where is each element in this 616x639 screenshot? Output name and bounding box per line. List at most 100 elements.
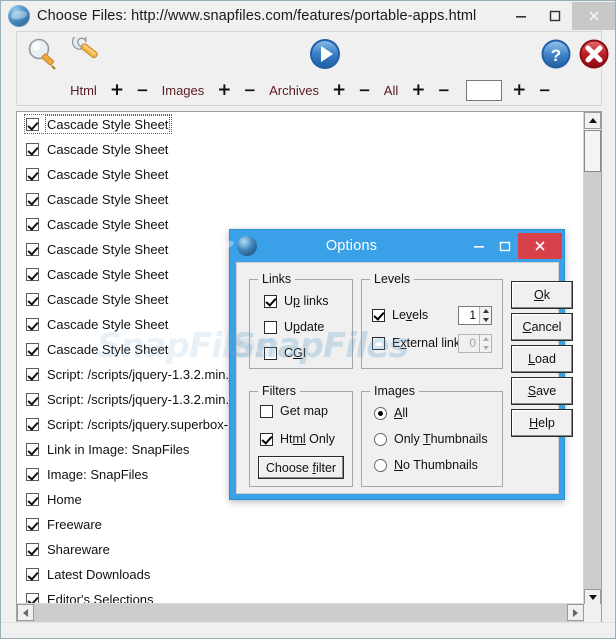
spinner-down-button[interactable] <box>480 343 491 352</box>
filter-remove-images[interactable]: − <box>238 82 263 98</box>
cancel-button[interactable]: Cancel <box>511 313 573 341</box>
filter-add-archives[interactable]: + <box>326 81 352 99</box>
list-item[interactable]: Cascade Style Sheet <box>17 162 584 187</box>
list-item-checkbox[interactable] <box>26 343 39 356</box>
checkbox-external-links[interactable]: External links <box>372 336 466 350</box>
filter-label-html: Html <box>70 82 97 98</box>
levels-spinner[interactable]: 1 <box>458 306 492 325</box>
list-item-checkbox[interactable] <box>26 268 39 281</box>
window-minimize-button[interactable] <box>504 2 538 30</box>
list-item[interactable]: Cascade Style Sheet <box>17 112 584 137</box>
spinner-down-button[interactable] <box>480 315 491 324</box>
help-button[interactable]: Help <box>511 409 573 437</box>
ok-button[interactable]: Ok <box>511 281 573 309</box>
chevron-down-icon <box>482 317 489 322</box>
list-item-checkbox[interactable] <box>26 293 39 306</box>
status-bar <box>1 622 615 638</box>
vertical-scrollbar[interactable] <box>583 112 601 606</box>
checkbox-label: External links <box>392 336 467 350</box>
choose-filter-button[interactable]: Choose filter <box>258 456 344 479</box>
checkbox-get-map[interactable]: Get map <box>260 404 328 418</box>
list-item-label: Cascade Style Sheet <box>47 242 169 257</box>
list-item-checkbox[interactable] <box>26 243 39 256</box>
custom-filter-input[interactable] <box>466 79 503 101</box>
filter-remove-custom[interactable]: − <box>532 82 557 98</box>
checkbox-box[interactable] <box>264 320 277 334</box>
checkbox-box[interactable] <box>264 294 277 308</box>
list-item-checkbox[interactable] <box>26 493 39 506</box>
filter-toolbar-row: Html + − Images + − Archives + − All + −… <box>17 75 603 105</box>
list-item-checkbox[interactable] <box>26 168 39 181</box>
radio-box[interactable] <box>374 406 387 420</box>
list-item-checkbox[interactable] <box>26 218 39 231</box>
list-item-checkbox[interactable] <box>26 318 39 331</box>
external-links-spinner-buttons[interactable] <box>479 335 491 352</box>
list-item-checkbox[interactable] <box>26 368 39 381</box>
list-item-checkbox[interactable] <box>26 543 39 556</box>
list-item-checkbox[interactable] <box>26 118 39 131</box>
checkbox-box[interactable] <box>260 404 273 418</box>
scroll-right-button[interactable] <box>567 604 584 621</box>
chevron-left-icon <box>23 608 28 617</box>
filter-remove-html[interactable]: − <box>130 82 155 98</box>
checkbox-box[interactable] <box>264 346 277 360</box>
list-item[interactable]: Cascade Style Sheet <box>17 187 584 212</box>
list-item-checkbox[interactable] <box>26 418 39 431</box>
list-item-checkbox[interactable] <box>26 443 39 456</box>
list-item-checkbox[interactable] <box>26 568 39 581</box>
radio-images-all[interactable]: All <box>374 406 408 420</box>
wrench-icon[interactable] <box>67 33 105 76</box>
list-item-label: Script: /scripts/jquery-1.3.2.min.js <box>47 367 239 382</box>
filter-add-all[interactable]: + <box>405 81 431 99</box>
vertical-scroll-track[interactable] <box>584 172 601 589</box>
search-icon[interactable] <box>25 37 61 76</box>
spinner-up-button[interactable] <box>480 335 491 344</box>
help-icon[interactable]: ? <box>539 37 573 76</box>
radio-box[interactable] <box>374 458 387 472</box>
load-button[interactable]: Load <box>511 345 573 373</box>
checkbox-box[interactable] <box>372 336 385 350</box>
list-item[interactable]: Cascade Style Sheet <box>17 137 584 162</box>
options-minimize-button[interactable] <box>466 233 492 259</box>
scroll-left-button[interactable] <box>17 604 34 621</box>
list-item-checkbox[interactable] <box>26 143 39 156</box>
checkbox-html-only[interactable]: Html Only <box>260 432 335 446</box>
list-item[interactable]: Latest Downloads <box>17 562 584 587</box>
checkbox-box[interactable] <box>372 308 385 322</box>
checkbox-update[interactable]: Update <box>264 320 324 334</box>
window-close-button[interactable] <box>572 2 615 30</box>
options-close-button[interactable] <box>518 233 562 259</box>
list-item[interactable]: Freeware <box>17 512 584 537</box>
list-item[interactable]: Editor's Selections <box>17 587 584 604</box>
list-item-checkbox[interactable] <box>26 193 39 206</box>
filter-add-html[interactable]: + <box>104 81 130 99</box>
list-item-label: Script: /scripts/jquery.superbox-min <box>47 417 250 432</box>
cancel-button-label: Cancel <box>522 320 562 334</box>
scroll-up-button[interactable] <box>584 112 601 129</box>
spinner-up-button[interactable] <box>480 307 491 316</box>
options-maximize-button[interactable] <box>492 233 518 259</box>
levels-spinner-buttons[interactable] <box>479 307 491 324</box>
external-links-spinner[interactable]: 0 <box>458 334 492 353</box>
list-item[interactable]: Shareware <box>17 537 584 562</box>
radio-images-no-thumbnails[interactable]: No Thumbnails <box>374 458 478 472</box>
filter-remove-all[interactable]: − <box>432 82 457 98</box>
filter-remove-archives[interactable]: − <box>352 82 377 98</box>
vertical-scroll-thumb[interactable] <box>584 130 601 172</box>
window-maximize-button[interactable] <box>538 2 572 30</box>
checkbox-box[interactable] <box>260 432 273 446</box>
list-item-checkbox[interactable] <box>26 468 39 481</box>
list-item-checkbox[interactable] <box>26 518 39 531</box>
cancel-icon[interactable] <box>577 37 611 76</box>
play-icon[interactable] <box>307 37 343 76</box>
radio-images-only-thumbnails[interactable]: Only Thumbnails <box>374 432 488 446</box>
checkbox-cgi[interactable]: CGI <box>264 346 306 360</box>
save-button[interactable]: Save <box>511 377 573 405</box>
checkbox-levels[interactable]: Levels <box>372 308 428 322</box>
horizontal-scrollbar[interactable] <box>17 603 584 622</box>
list-item-checkbox[interactable] <box>26 393 39 406</box>
checkbox-up-links[interactable]: Up links <box>264 294 328 308</box>
radio-box[interactable] <box>374 432 387 446</box>
filter-add-images[interactable]: + <box>211 81 237 99</box>
filter-add-custom[interactable]: + <box>506 81 532 99</box>
